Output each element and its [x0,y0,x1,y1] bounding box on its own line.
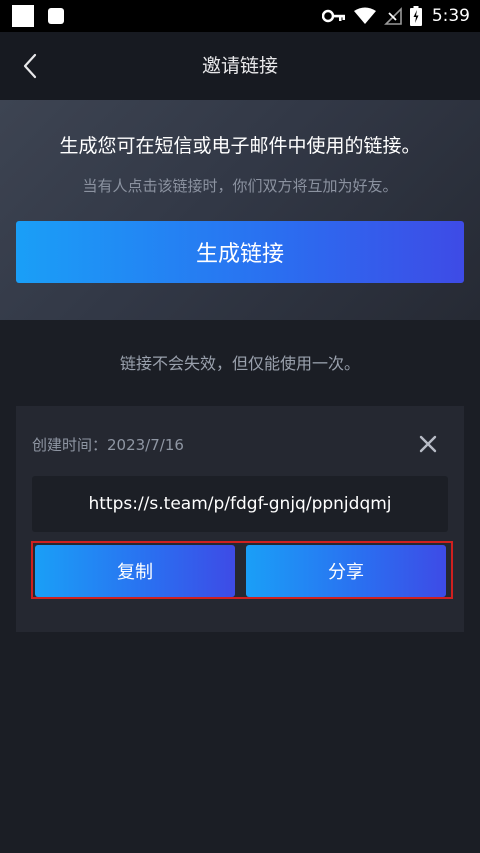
back-button[interactable] [14,50,46,82]
wifi-icon [353,7,376,24]
key-icon [321,9,345,23]
status-bar: 5:39 [0,0,480,32]
close-button[interactable] [416,432,440,456]
share-button[interactable]: 分享 [246,545,446,597]
generate-link-panel: 生成您可在短信或电子邮件中使用的链接。 当有人点击该链接时，你们双方将互加为好友… [0,100,480,320]
app-square-icon [12,5,34,27]
generate-title: 生成您可在短信或电子邮件中使用的链接。 [59,135,421,157]
no-signal-icon [383,7,402,25]
invite-link-card: 创建时间：2023/7/16 https://s.team/p/fdgf-gnj… [16,406,464,632]
top-bar: 邀请链接 [0,32,480,100]
battery-icon [409,6,422,26]
created-date: 创建时间：2023/7/16 [32,436,184,454]
close-icon [419,435,437,453]
page-title: 邀请链接 [201,55,278,77]
action-button-group: 复制 分享 [31,541,453,599]
copy-button[interactable]: 复制 [35,545,235,597]
generate-subtitle: 当有人点击该链接时，你们双方将互加为好友。 [82,177,398,195]
invite-link-field[interactable]: https://s.team/p/fdgf-gnjq/ppnjdqmj [32,476,448,532]
generate-link-button[interactable]: 生成链接 [16,221,464,283]
status-time: 5:39 [431,6,470,26]
status-icons: 5:39 [321,0,470,32]
notification-icon [48,8,64,24]
chevron-left-icon [23,53,37,79]
link-note: 链接不会失效，但仅能使用一次。 [119,354,360,373]
